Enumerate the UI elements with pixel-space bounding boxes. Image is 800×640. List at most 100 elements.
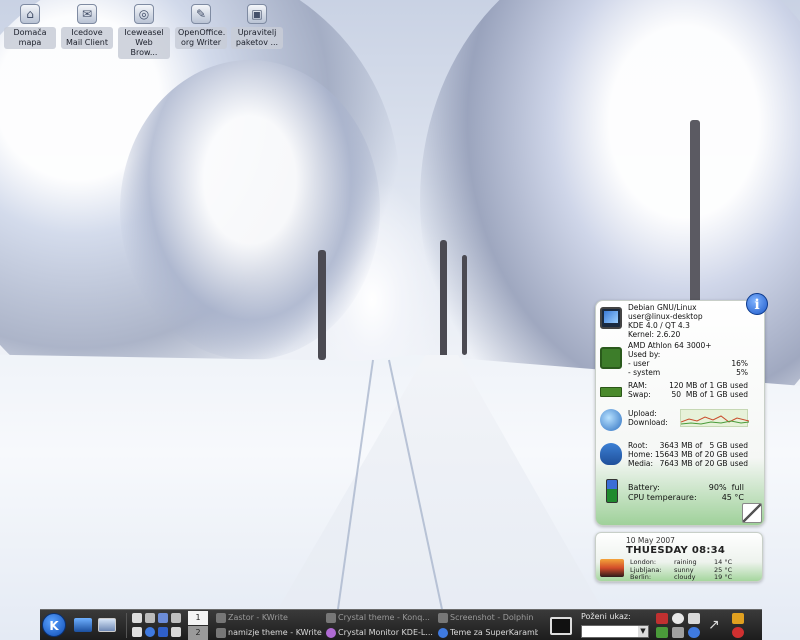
desktop-icon-browser[interactable]: ◎ Iceweasel Web Brow... bbox=[116, 4, 172, 59]
printer-icon[interactable] bbox=[672, 627, 684, 638]
monitor-icon bbox=[600, 307, 622, 329]
window-icon[interactable] bbox=[145, 613, 155, 623]
desktop-switcher-1[interactable]: 1 bbox=[188, 611, 208, 625]
battery-tray-icon[interactable] bbox=[656, 627, 668, 638]
network-status-icon[interactable] bbox=[672, 613, 684, 624]
flag-icon[interactable] bbox=[656, 613, 668, 624]
cpu-temp-label: CPU temperaure: bbox=[628, 493, 697, 502]
os-name: Debian GNU/Linux bbox=[628, 303, 697, 312]
battery-label: Battery: bbox=[628, 483, 660, 492]
kwrite-icon bbox=[216, 613, 226, 623]
battery-value: 90% full bbox=[708, 483, 744, 492]
taskbar-item[interactable]: Teme za SuperKaramba bbox=[438, 626, 538, 640]
disk-icon bbox=[600, 443, 622, 465]
clock-icon[interactable]: ↗ bbox=[708, 616, 726, 634]
desktop-icon-label: Iceweasel Web Brow... bbox=[118, 27, 170, 59]
weather-condition: cloudy bbox=[674, 573, 696, 581]
ram-label: RAM: bbox=[628, 381, 648, 390]
desktop-icon-label: Domača mapa bbox=[4, 27, 56, 49]
panel-separator bbox=[126, 613, 127, 638]
run-command-input[interactable]: ▼ bbox=[581, 625, 649, 638]
desktop-icon-label: Icedove Mail Client bbox=[61, 27, 113, 49]
lock-icon[interactable] bbox=[732, 613, 744, 624]
show-desktop-icon[interactable] bbox=[74, 618, 92, 632]
cpu-temp-value: 45 °C bbox=[721, 493, 744, 502]
settings-icon[interactable] bbox=[171, 613, 181, 623]
taskbar-item[interactable]: Crystal theme - Konq... bbox=[326, 611, 438, 625]
kernel-version: Kernel: 2.6.20 bbox=[628, 330, 681, 339]
swap-value: 50 MB of 1 GB used bbox=[671, 390, 748, 399]
user-host: user@linux-desktop bbox=[628, 312, 703, 321]
desktop-icon-label: OpenOffice. org Writer bbox=[175, 27, 227, 49]
window-icon[interactable] bbox=[132, 613, 142, 623]
kde-icon[interactable] bbox=[158, 627, 168, 637]
media-value: 7643 MB of 20 GB used bbox=[659, 459, 748, 468]
weather-temp: 19 °C bbox=[714, 573, 733, 581]
ram-icon bbox=[600, 387, 622, 397]
weather-date: 10 May 2007 bbox=[626, 536, 675, 545]
update-icon[interactable] bbox=[688, 627, 700, 638]
kmenu-button[interactable]: K bbox=[42, 613, 66, 637]
cpu-model: AMD Athlon 64 3000+ bbox=[628, 341, 712, 350]
konqueror-icon bbox=[326, 613, 336, 623]
home-icon[interactable] bbox=[132, 627, 142, 637]
home-label: Home: bbox=[628, 450, 653, 459]
mail-client-icon: ✉ bbox=[77, 4, 97, 24]
weather-city: Berlin: bbox=[630, 573, 652, 581]
dolphin-icon bbox=[438, 613, 448, 623]
document-icon[interactable] bbox=[171, 627, 181, 637]
network-icon bbox=[600, 409, 622, 431]
terminal-window-icon[interactable] bbox=[550, 617, 572, 635]
battery-icon bbox=[606, 479, 618, 503]
tree-trunk bbox=[462, 255, 467, 355]
network-graph bbox=[680, 409, 750, 427]
cpu-system-label: - system bbox=[628, 368, 661, 377]
chevron-down-icon[interactable]: ▼ bbox=[638, 626, 648, 637]
taskbar-item[interactable]: Zastor - KWrite bbox=[216, 611, 334, 625]
logout-icon[interactable] bbox=[732, 627, 744, 638]
desktop-icon-mail[interactable]: ✉ Icedove Mail Client bbox=[59, 4, 115, 49]
clipboard-icon[interactable] bbox=[688, 613, 700, 624]
sunset-photo-icon bbox=[600, 559, 624, 577]
cpu-user-label: - user bbox=[628, 359, 650, 368]
crystal-monitor-icon bbox=[326, 628, 336, 638]
root-value: 3643 MB of 5 GB used bbox=[659, 441, 748, 450]
cpu-used-by: Used by: bbox=[628, 350, 661, 359]
package-manager-icon: ▣ bbox=[247, 4, 267, 24]
desktop-icon-writer[interactable]: ✎ OpenOffice. org Writer bbox=[173, 4, 229, 49]
writer-document-icon: ✎ bbox=[191, 4, 211, 24]
taskbar-item[interactable]: namizje theme - KWrite bbox=[216, 626, 328, 640]
weather-table: London: raining 14 °C Ljubljana: sunny 2… bbox=[630, 558, 758, 582]
weather-clock-widget: 10 May 2007 THUESDAY 08:34 London: raini… bbox=[595, 532, 763, 582]
tree-trunk bbox=[440, 240, 447, 360]
run-command-label: Poženi ukaz: bbox=[581, 612, 631, 621]
ram-value: 120 MB of 1 GB used bbox=[669, 381, 748, 390]
terminal-icon[interactable] bbox=[98, 618, 116, 632]
taskbar-item[interactable]: Crystal Monitor KDE-L... bbox=[326, 626, 438, 640]
cpu-user-value: 16% bbox=[731, 359, 748, 368]
kwrite-icon bbox=[216, 628, 226, 638]
web-browser-icon: ◎ bbox=[134, 4, 154, 24]
taskbar-item[interactable]: Screenshot - Dolphin bbox=[438, 611, 534, 625]
weather-day-time: THUESDAY 08:34 bbox=[626, 545, 726, 556]
home-value: 15643 MB of 20 GB used bbox=[654, 450, 748, 459]
cpu-icon bbox=[600, 347, 622, 369]
kde-version: KDE 4.0 / QT 4.3 bbox=[628, 321, 690, 330]
system-monitor-widget: i Debian GNU/Linux user@linux-desktop KD… bbox=[595, 293, 768, 526]
home-folder-icon: ⌂ bbox=[20, 4, 40, 24]
snowy-tree-left-inner bbox=[120, 60, 380, 360]
kde-panel: K 1 2 Zastor - KWrite Crystal theme - Ko… bbox=[40, 609, 762, 640]
globe-icon[interactable] bbox=[145, 627, 155, 637]
desktop-icon-home[interactable]: ⌂ Domača mapa bbox=[2, 4, 58, 49]
cpu-system-value: 5% bbox=[736, 368, 748, 377]
desktop-icon-package-manager[interactable]: ▣ Upravitelj paketov ... bbox=[229, 4, 285, 49]
weather-row: Berlin: cloudy 19 °C bbox=[630, 573, 758, 582]
media-label: Media: bbox=[628, 459, 654, 468]
desktop-switcher-2[interactable]: 2 bbox=[188, 626, 208, 640]
desktop-icon-label: Upravitelj paketov ... bbox=[231, 27, 283, 49]
browser-icon[interactable] bbox=[158, 613, 168, 623]
edit-pencil-icon[interactable] bbox=[742, 503, 762, 523]
swap-label: Swap: bbox=[628, 390, 651, 399]
tree-trunk bbox=[318, 250, 326, 360]
browser-icon bbox=[438, 628, 448, 638]
